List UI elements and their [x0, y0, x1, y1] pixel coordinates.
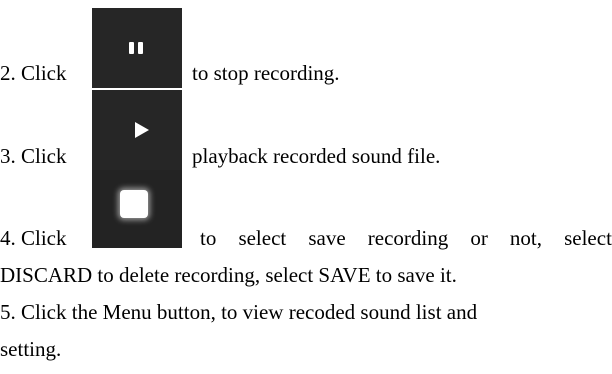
pause-icon: [129, 42, 145, 54]
play-button[interactable]: [92, 90, 182, 170]
step2-suffix: to stop recording.: [192, 61, 340, 85]
pause-button[interactable]: [92, 8, 182, 88]
step4-suffix: to select save recording or not, select: [200, 226, 612, 250]
step3-prefix: 3. Click: [0, 144, 67, 168]
step5-line1: 5. Click the Menu button, to view recode…: [0, 300, 478, 324]
step4-line2: DISCARD to delete recording, select SAVE…: [0, 263, 457, 287]
stop-icon: [120, 190, 148, 218]
step2-prefix: 2. Click: [0, 61, 67, 85]
play-icon: [135, 122, 149, 138]
stop-button[interactable]: [92, 170, 182, 248]
step4-prefix: 4. Click: [0, 226, 67, 250]
step3-suffix: playback recorded sound file.: [192, 144, 441, 168]
step5-line2: setting.: [0, 337, 62, 361]
